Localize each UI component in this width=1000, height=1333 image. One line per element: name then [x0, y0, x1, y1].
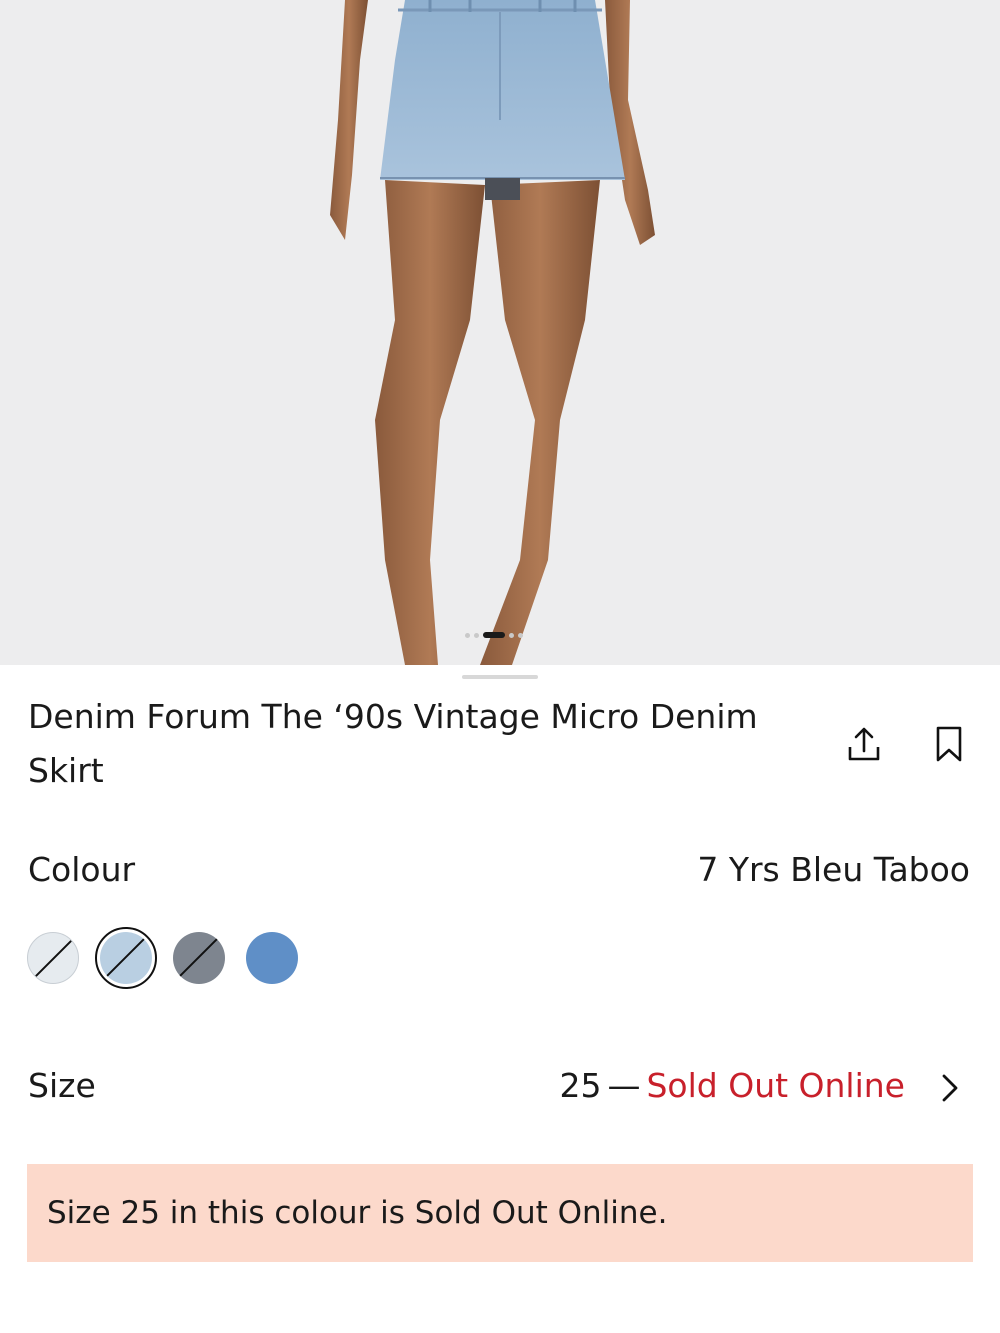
chevron-right-icon[interactable] — [935, 1070, 965, 1106]
carousel-dot[interactable] — [509, 632, 514, 638]
carousel-dot[interactable] — [465, 632, 470, 638]
colour-label: Colour — [28, 850, 136, 889]
sheet-drag-handle[interactable] — [462, 675, 538, 679]
carousel-indicator[interactable] — [465, 630, 537, 640]
swatch-light-wash[interactable] — [27, 932, 79, 984]
size-label: Size — [28, 1066, 96, 1105]
product-title: Denim Forum The ‘90s Vintage Micro Denim… — [28, 697, 758, 790]
sold-out-strike — [32, 936, 76, 980]
swatch-grey-wash[interactable] — [173, 932, 225, 984]
sold-out-notice: Size 25 in this colour is Sold Out Onlin… — [27, 1164, 973, 1262]
size-separator: — — [607, 1066, 641, 1105]
selected-colour-value: 7 Yrs Bleu Taboo — [697, 850, 970, 889]
size-selector[interactable]: 25— Sold Out Online — [559, 1066, 905, 1105]
carousel-dot[interactable] — [474, 632, 479, 638]
carousel-dot-active[interactable] — [483, 632, 505, 638]
share-icon — [848, 727, 880, 761]
bookmark-button[interactable] — [925, 720, 973, 768]
sold-out-strike — [177, 935, 221, 979]
sold-out-notice-text: Size 25 in this colour is Sold Out Onlin… — [47, 1195, 668, 1231]
carousel-dot[interactable] — [518, 632, 523, 638]
swatch-bleu-taboo[interactable] — [100, 932, 152, 984]
swatch-mid-blue[interactable] — [246, 932, 298, 984]
product-photo — [330, 0, 655, 665]
product-image[interactable] — [0, 0, 1000, 665]
size-value: 25 — [559, 1066, 602, 1105]
bookmark-icon — [936, 726, 962, 762]
size-status: Sold Out Online — [646, 1066, 905, 1105]
share-button[interactable] — [840, 720, 888, 768]
sold-out-strike — [104, 935, 148, 979]
